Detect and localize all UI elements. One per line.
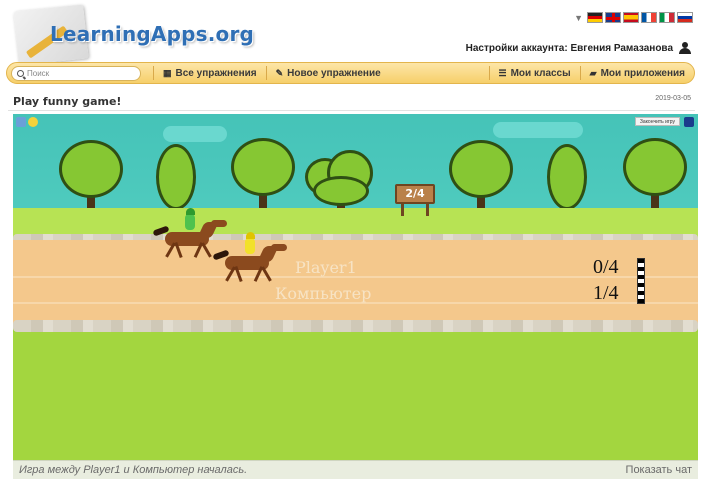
flag-france-icon[interactable] — [641, 12, 657, 23]
player1-score: 0/4 — [593, 256, 619, 278]
jockey-cap — [186, 208, 195, 215]
app-date: 2019-03-05 — [655, 95, 691, 102]
jockey-cap — [246, 232, 255, 239]
game-status-message: Игра между Player1 и Компьютер началась. — [19, 464, 248, 476]
edit-icon[interactable] — [16, 117, 26, 127]
flag-uk-icon[interactable] — [605, 12, 621, 23]
pencil-icon: ✎ — [275, 67, 284, 78]
nav-all-exercises[interactable]: ▦ Все упражнения — [153, 66, 266, 80]
player1-jockey — [185, 214, 195, 230]
flag-italy-icon[interactable] — [659, 12, 675, 23]
flag-germany-icon[interactable] — [587, 12, 603, 23]
app-title: Play funny game! — [13, 95, 122, 108]
account-label: Настройки аккаунта: Евгения Рамазанова — [465, 42, 673, 54]
nav-my-apps[interactable]: ▰ Мои приложения — [579, 66, 694, 80]
player1-lane-name: Player1 — [295, 258, 357, 277]
list-icon: ☰ — [498, 67, 507, 78]
nav-new-exercise-label: Новое упражнение — [287, 67, 381, 79]
chat-status-bar: Игра между Player1 и Компьютер началась.… — [13, 460, 698, 479]
language-selector[interactable]: ▼ — [574, 12, 693, 23]
flag-russia-icon[interactable] — [677, 12, 693, 23]
end-game-button[interactable]: Закончить игру — [634, 117, 680, 126]
logo-text: LearningApps.org — [50, 22, 255, 46]
stone-border-bottom — [13, 320, 698, 332]
chevron-down-icon[interactable]: ▼ — [574, 13, 583, 23]
cloud — [163, 126, 227, 142]
account-settings-link[interactable]: Настройки аккаунта: Евгения Рамазанова — [466, 42, 691, 54]
lightbulb-icon[interactable] — [28, 117, 38, 127]
nav-my-classes-label: Мои классы — [510, 67, 571, 79]
computer-jockey — [245, 238, 255, 254]
search-icon — [17, 69, 24, 77]
search-input[interactable]: Поиск — [11, 65, 141, 81]
folder-icon: ▰ — [589, 67, 597, 78]
finish-line-icon — [637, 258, 645, 304]
show-chat-button[interactable]: Показать чат — [626, 464, 692, 476]
computer-horse — [212, 232, 293, 298]
nav-my-classes[interactable]: ☰ Мои классы — [488, 66, 580, 80]
flag-spain-icon[interactable] — [623, 12, 639, 23]
cloud — [493, 122, 583, 138]
learningapps-logo[interactable]: LearningApps.org — [13, 4, 254, 66]
grid-icon: ▦ — [163, 67, 172, 78]
lap-counter: 2/4 — [395, 184, 435, 204]
computer-score: 1/4 — [593, 282, 619, 304]
lower-grass — [13, 332, 698, 460]
nav-new-exercise[interactable]: ✎ Новое упражнение — [265, 66, 390, 80]
nav-all-exercises-label: Все упражнения — [175, 67, 257, 79]
search-placeholder: Поиск — [27, 68, 50, 78]
divider — [8, 110, 695, 111]
main-navbar: Поиск ▦ Все упражнения ✎ Новое упражнени… — [6, 62, 695, 84]
nav-my-apps-label: Мои приложения — [600, 67, 685, 79]
user-icon — [679, 42, 691, 54]
fullscreen-icon[interactable] — [684, 117, 694, 127]
page: LearningApps.org ▼ Настройки аккаунта: Е… — [0, 0, 701, 479]
lap-sign: 2/4 — [395, 184, 435, 216]
game-frame[interactable]: 2/4 Player1 Компьютер 0/4 1/4 Закончить … — [13, 114, 698, 460]
